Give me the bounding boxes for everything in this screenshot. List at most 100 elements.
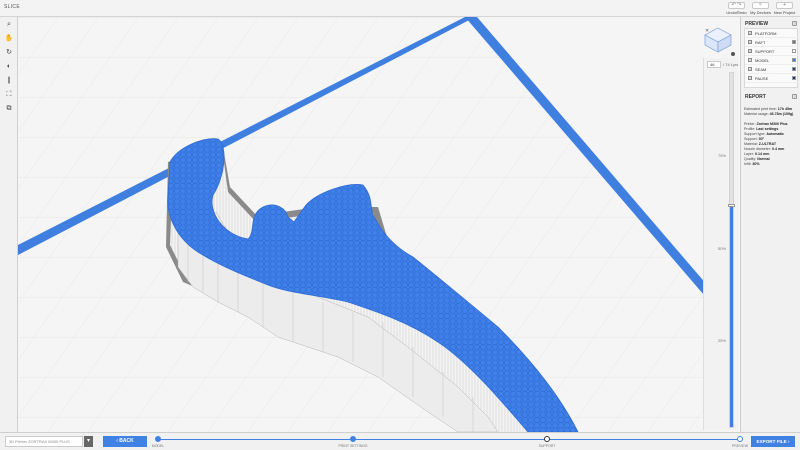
new-project-label: New Project — [773, 10, 796, 15]
layer-slider[interactable] — [728, 72, 735, 428]
preview-item-label: RAFT — [755, 39, 766, 45]
report-key: Profile: — [744, 127, 757, 131]
color-swatch[interactable] — [792, 58, 796, 62]
back-button[interactable]: ‹ BACK — [103, 436, 147, 447]
help-icon[interactable]: ? — [792, 94, 797, 99]
color-swatch[interactable] — [792, 49, 796, 53]
report-value: Automatic — [766, 132, 784, 136]
preview-item-label: PLATFORM — [755, 30, 777, 36]
step-label: PRINT SETTINGS — [338, 444, 368, 448]
report-value: Normal — [757, 157, 770, 161]
report-key: Nozzle diameter: — [744, 147, 772, 151]
step-preview[interactable] — [737, 436, 743, 442]
report-value: Zortrax M300 Plus — [756, 122, 788, 126]
checkbox-icon[interactable]: ✓ — [748, 58, 752, 62]
right-sidebar: PREVIEW ? ✓ PLATFORM ✓ RAFT ✓ SUPPORT ✓ … — [740, 17, 800, 432]
app-title: SLICE — [4, 4, 20, 10]
step-label: MODEL — [151, 444, 165, 448]
report-panel: Estimated print time: 17h 45m Material us… — [744, 107, 798, 167]
layer-slider-handle[interactable] — [728, 204, 735, 208]
total-layers-label: / 74 Lyrs — [723, 62, 739, 67]
zoom-icon[interactable]: ⌕ — [4, 20, 14, 30]
report-key: Material: — [744, 142, 759, 146]
report-key: Quality: — [744, 157, 758, 161]
preview-item-raft[interactable]: ✓ RAFT — [745, 38, 799, 47]
preview-item-platform[interactable]: ✓ PLATFORM — [745, 29, 799, 38]
rotate-icon[interactable]: ↻ — [4, 48, 14, 58]
export-file-button[interactable]: EXPORT FILE › — [751, 436, 795, 447]
printer-settings-icon[interactable]: ▾ — [84, 436, 93, 447]
preview-item-seam[interactable]: ✓ SEAM — [745, 65, 799, 74]
percent-marker: 25% — [718, 338, 727, 343]
report-value: 46.78m (109g) — [769, 112, 794, 116]
step-model[interactable] — [155, 436, 161, 442]
report-value: 0.4 mm — [771, 147, 785, 151]
top-bar: SLICE ↶ ↷ Undo/Redo ≈ My Devices + New P… — [0, 0, 800, 17]
report-value: 0.14 mm — [755, 152, 770, 156]
printer-select[interactable]: 3D Printer ZORTRAX M300 PLUS — [5, 436, 83, 447]
my-devices-label: My Devices — [750, 10, 771, 15]
report-key: Support: — [744, 137, 759, 141]
progress-steps-line — [158, 439, 740, 440]
report-key: Material usage: — [744, 112, 770, 116]
report-value: Z-ULTRAT — [758, 142, 777, 146]
preview-item-label: MODEL — [755, 57, 770, 63]
checkbox-icon[interactable]: ✓ — [748, 40, 752, 44]
report-value: 30° — [758, 137, 765, 141]
report-title: REPORT — [745, 94, 766, 100]
help-icon[interactable]: ? — [792, 21, 797, 26]
layer-slider-panel: 46 / 74 Lyrs 75% 50% 25% — [703, 58, 738, 430]
report-value: Last settings — [756, 127, 779, 131]
pan-hand-icon[interactable]: ✋ — [4, 34, 14, 44]
report-line: Infill: 30% — [744, 162, 798, 167]
preview-item-model[interactable]: ✓ MODEL — [745, 56, 799, 65]
preview-item-label: SUPPORT — [755, 48, 775, 54]
3d-viewport[interactable] — [18, 17, 740, 432]
report-key: Estimated print time: — [744, 107, 778, 111]
report-key: Printer: — [744, 122, 757, 126]
fit-view-icon[interactable]: ⛶ — [4, 90, 14, 100]
new-project-button[interactable]: + New Project — [774, 2, 795, 15]
undo-redo-button[interactable]: ↶ ↷ Undo/Redo — [726, 2, 747, 15]
home-view-icon[interactable] — [731, 52, 735, 56]
preview-item-label: SEAM — [755, 66, 767, 72]
preview-layer-list: ✓ PLATFORM ✓ RAFT ✓ SUPPORT ✓ MODEL ✓ SE… — [744, 28, 799, 88]
percent-marker: 75% — [718, 153, 727, 158]
report-value: 17h 45m — [777, 107, 793, 111]
step-support[interactable] — [544, 436, 550, 442]
step-label: PREVIEW — [731, 444, 749, 448]
plus-icon: + — [776, 2, 793, 9]
wifi-icon: ≈ — [752, 2, 769, 9]
report-line: Material usage: 46.78m (109g) — [744, 112, 798, 117]
preview-item-pause[interactable]: ✓ PAUSE — [745, 74, 799, 83]
checkbox-icon[interactable]: ✓ — [748, 67, 752, 71]
print-preview-scene — [18, 17, 720, 432]
report-key: Support type: — [744, 132, 767, 136]
preview-title: PREVIEW — [745, 21, 769, 27]
color-swatch[interactable] — [792, 40, 796, 44]
color-swatch[interactable] — [792, 76, 796, 80]
pause-icon[interactable]: ∥ — [4, 76, 14, 86]
checkbox-icon[interactable]: ✓ — [748, 76, 752, 80]
percent-marker: 50% — [718, 246, 727, 251]
preview-item-label: PAUSE — [755, 75, 769, 81]
undo-redo-icon: ↶ ↷ — [728, 2, 745, 9]
color-swatch[interactable] — [792, 67, 796, 71]
layer-slider-fill — [730, 206, 733, 427]
top-actions: ↶ ↷ Undo/Redo ≈ My Devices + New Project — [726, 2, 795, 15]
left-toolbar: ⌕ ✋ ↻ ◐ ∥ ⛶ ⧉ — [0, 17, 18, 432]
step-label: SUPPORT — [538, 444, 556, 448]
step-print-settings[interactable] — [350, 436, 356, 442]
bottom-bar: 3D Printer ZORTRAX M300 PLUS ▾ ‹ BACK MO… — [0, 432, 800, 450]
report-key: Layer: — [744, 152, 755, 156]
perspective-icon[interactable]: ⧉ — [4, 104, 14, 114]
current-layer-input[interactable]: 46 — [707, 61, 721, 68]
checkbox-icon[interactable]: ✓ — [748, 31, 752, 35]
close-cube-icon[interactable]: ✕ — [705, 28, 709, 34]
preview-item-support[interactable]: ✓ SUPPORT — [745, 47, 799, 56]
undo-redo-label: Undo/Redo — [726, 10, 747, 15]
checkbox-icon[interactable]: ✓ — [748, 49, 752, 53]
report-value: 30% — [752, 162, 760, 166]
orbit-icon[interactable]: ◐ — [4, 62, 14, 72]
my-devices-button[interactable]: ≈ My Devices — [750, 2, 771, 15]
